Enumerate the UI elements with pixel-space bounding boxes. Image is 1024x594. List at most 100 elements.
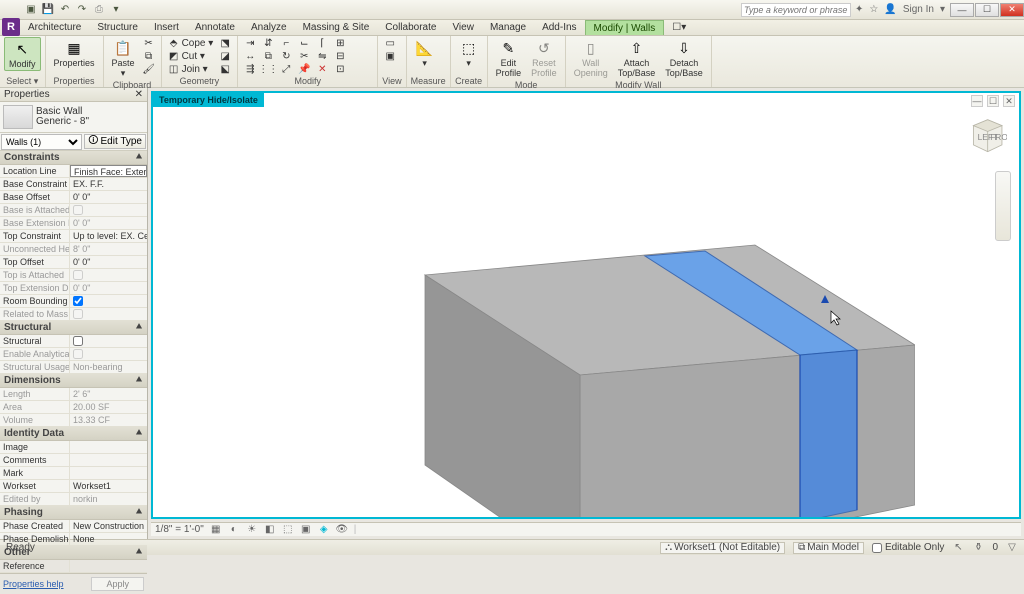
paste-button[interactable]: 📋Paste▾	[108, 37, 139, 79]
move-button[interactable]: ↔	[242, 50, 258, 62]
reveal-icon[interactable]: 👁	[336, 524, 348, 536]
tab-analyze[interactable]: Analyze	[243, 20, 295, 35]
view1-button[interactable]: ▭	[382, 37, 398, 49]
p-workset-v[interactable]: Workset1	[70, 480, 147, 492]
editable-only-toggle[interactable]: Editable Only	[872, 542, 944, 553]
minimize-button[interactable]: —	[950, 3, 974, 17]
qat-open-icon[interactable]: ▣	[24, 3, 38, 17]
scale-display[interactable]: 1/8" = 1'-0"	[155, 524, 204, 535]
rotate-button[interactable]: ↻	[278, 50, 294, 62]
join-button[interactable]: ◫Join ▾	[166, 63, 216, 75]
cut-geom-button[interactable]: ◩Cut ▾	[166, 50, 216, 62]
p-top-offset-v[interactable]: 0' 0"	[70, 256, 147, 268]
edit-type-button[interactable]: 🛈Edit Type	[84, 134, 146, 149]
trim1-button[interactable]: ⌐	[278, 37, 294, 49]
group-constraints[interactable]: Constraints⯅	[0, 151, 147, 165]
p-base-offset-v[interactable]: 0' 0"	[70, 191, 147, 203]
temp-hide-isolate-badge[interactable]: Temporary Hide/Isolate	[153, 93, 264, 107]
p-mark-v[interactable]	[70, 467, 147, 479]
create-button[interactable]: ⬚▾	[455, 37, 483, 69]
wall-3d-model[interactable]	[405, 175, 915, 519]
properties-button[interactable]: ▦Properties	[50, 37, 99, 69]
p-phase-demo-v[interactable]: None	[70, 533, 147, 545]
view-close-icon[interactable]: ✕	[1003, 95, 1015, 107]
p-phase-created-v[interactable]: New Construction	[70, 520, 147, 532]
copy2-button[interactable]: ⧉	[260, 50, 276, 62]
infocenter-icon[interactable]: ✦	[855, 4, 863, 15]
p-room-bounding-v[interactable]	[70, 295, 147, 307]
category-filter[interactable]: Walls (1)	[1, 134, 82, 150]
delete-button[interactable]: ✕	[314, 63, 330, 75]
p-comments-v[interactable]	[70, 454, 147, 466]
qat-print-icon[interactable]: ⎙	[92, 3, 106, 17]
search-input[interactable]	[741, 3, 851, 17]
selection-icon[interactable]: ↖	[952, 542, 964, 554]
close-button[interactable]: ✕	[1000, 3, 1024, 17]
matchtype-button[interactable]: 🖌	[141, 63, 157, 75]
cope-button[interactable]: ⬘Cope ▾	[166, 37, 216, 49]
p-base-constraint-v[interactable]: EX. F.F.	[70, 178, 147, 190]
extra1-button[interactable]: ⊞	[332, 37, 348, 49]
group-dimensions[interactable]: Dimensions⯅	[0, 374, 147, 388]
tab-massing[interactable]: Massing & Site	[295, 20, 378, 35]
reset-profile-button[interactable]: ↺ResetProfile	[527, 37, 561, 79]
group-phasing[interactable]: Phasing⯅	[0, 506, 147, 520]
pin-button[interactable]: 📌	[296, 63, 312, 75]
p-reference-v[interactable]	[70, 560, 147, 572]
qat-redo-icon[interactable]: ↷	[75, 3, 89, 17]
wall-opening-button[interactable]: ▯WallOpening	[570, 37, 612, 79]
scale-button[interactable]: ⤢	[278, 63, 294, 75]
offset-button[interactable]: ⇶	[242, 63, 258, 75]
modify-tool-button[interactable]: ↖Modify	[4, 37, 41, 71]
group-identity[interactable]: Identity Data⯅	[0, 427, 147, 441]
detail-level-icon[interactable]: ▦	[210, 524, 222, 536]
crop-icon[interactable]: ▣	[300, 524, 312, 536]
extra3-button[interactable]: ⊡	[332, 63, 348, 75]
sun-path-icon[interactable]: ☀	[246, 524, 258, 536]
mirror2-button[interactable]: ⇋	[314, 50, 330, 62]
maximize-button[interactable]: ☐	[975, 3, 999, 17]
workset-status[interactable]: ⛬Workset1 (Not Editable)	[660, 542, 785, 554]
signin-link[interactable]: Sign In	[903, 4, 934, 15]
tab-expand-icon[interactable]: ☐▾	[664, 20, 694, 35]
copy-button[interactable]: ⧉	[141, 50, 157, 62]
cut-button[interactable]: ✂	[141, 37, 157, 49]
mirror1-button[interactable]: ⇵	[260, 37, 276, 49]
navigation-bar[interactable]	[995, 171, 1011, 241]
trim2-button[interactable]: ⌙	[296, 37, 312, 49]
edit-profile-button[interactable]: ✎EditProfile	[492, 37, 526, 79]
tab-insert[interactable]: Insert	[146, 20, 187, 35]
p-image-v[interactable]	[70, 441, 147, 453]
tab-modify-walls[interactable]: Modify | Walls	[585, 20, 665, 35]
p-location-line-v[interactable]: Finish Face: Exterior	[70, 165, 147, 177]
split-button[interactable]: ✂	[296, 50, 312, 62]
tab-annotate[interactable]: Annotate	[187, 20, 243, 35]
mainmodel-status[interactable]: ⧉Main Model	[793, 542, 864, 554]
shadows-icon[interactable]: ◧	[264, 524, 276, 536]
apply-button[interactable]: Apply	[91, 577, 144, 591]
rendering-icon[interactable]: ⬚	[282, 524, 294, 536]
group-structural[interactable]: Structural⯅	[0, 321, 147, 335]
view-canvas[interactable]: Temporary Hide/Isolate — ☐ ✕ LEFT FRONT	[151, 91, 1021, 519]
hide-isolate-icon[interactable]: ◈	[318, 524, 330, 536]
help-icon[interactable]: ▾	[940, 4, 945, 15]
type-selector[interactable]: Basic WallGeneric - 8"	[0, 102, 147, 133]
user-icon[interactable]: 👤	[884, 4, 896, 15]
view-max-icon[interactable]: ☐	[987, 95, 999, 107]
view-cube[interactable]: LEFT FRONT	[965, 113, 1007, 155]
p-top-constraint-v[interactable]: Up to level: EX. Ceili...	[70, 230, 147, 242]
favorite-icon[interactable]: ☆	[869, 4, 878, 15]
tab-collaborate[interactable]: Collaborate	[377, 20, 444, 35]
align-button[interactable]: ⇥	[242, 37, 258, 49]
extra2-button[interactable]: ⊟	[332, 50, 348, 62]
view2-button[interactable]: ▣	[382, 50, 398, 62]
visual-style-icon[interactable]: ◐	[228, 524, 240, 536]
attach-topbase-button[interactable]: ⇧AttachTop/Base	[614, 37, 660, 79]
measure-button[interactable]: 📐▾	[411, 37, 439, 69]
panel-label-select[interactable]: Select ▾	[4, 75, 41, 87]
tab-manage[interactable]: Manage	[482, 20, 534, 35]
trim3-button[interactable]: ⌈	[314, 37, 330, 49]
geom-opt2-button[interactable]: ◪	[217, 50, 233, 62]
p-structural-v[interactable]	[70, 335, 147, 347]
tab-architecture[interactable]: Architecture	[20, 20, 89, 35]
